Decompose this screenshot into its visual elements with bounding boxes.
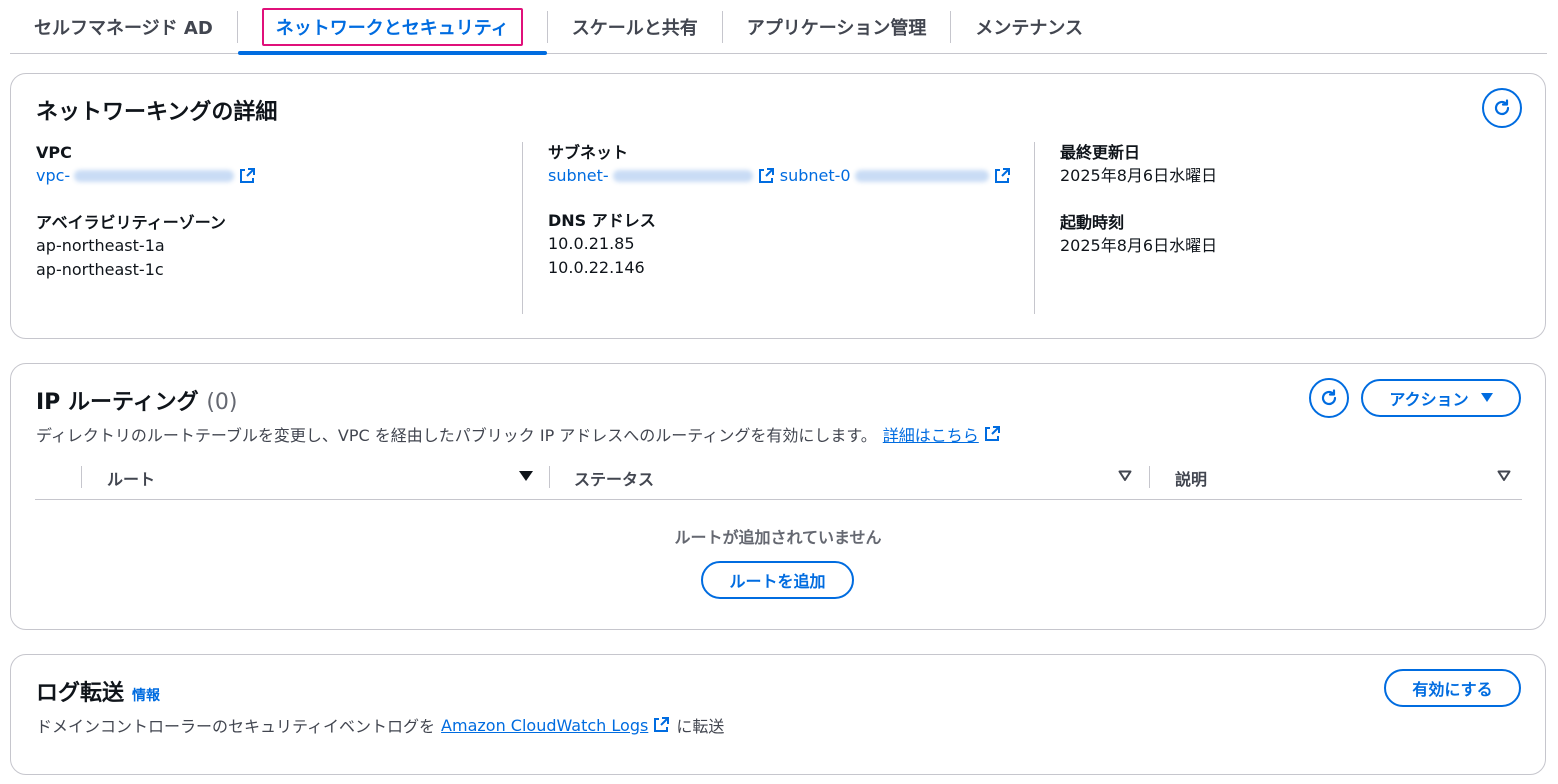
external-link-icon — [994, 168, 1010, 183]
launch-time-label: 起動時刻 — [1060, 213, 1125, 232]
external-link-icon — [984, 426, 1000, 441]
info-link[interactable]: 情報 — [132, 685, 160, 705]
tab-self-managed-ad[interactable]: セルフマネージド AD — [10, 1, 237, 53]
ip-routing-description: ディレクトリのルートテーブルを変更し、VPC を経由したパブリック IP アドレ… — [36, 422, 1001, 446]
external-link-icon — [240, 168, 256, 183]
log-forwarding-title: ログ転送 情報 — [36, 681, 161, 706]
actions-dropdown-button[interactable]: アクション — [1361, 379, 1521, 417]
tab-maintenance[interactable]: メンテナンス — [951, 1, 1107, 53]
refresh-icon — [1321, 389, 1337, 406]
last-updated-value: 2025年8月6日水曜日 — [1060, 166, 1218, 185]
cloudwatch-logs-link[interactable]: Amazon CloudWatch Logs — [441, 716, 670, 735]
network-col-2: サブネット subnet- subnet-0 DNS アドレス 10.0.21.… — [548, 142, 1011, 280]
column-header-description[interactable]: 説明 — [1175, 456, 1207, 500]
tab-bar: セルフマネージド AD ネットワークとセキュリティ スケールと共有 アプリケーシ… — [10, 0, 1547, 55]
tab-scale-share[interactable]: スケールと共有 — [548, 1, 722, 53]
column-divider — [522, 142, 523, 314]
vpc-link[interactable]: vpc- — [36, 164, 256, 188]
dns-label: DNS アドレス — [548, 211, 656, 230]
redacted-id — [854, 170, 989, 182]
networking-details-panel: ネットワーキングの詳細 VPC vpc- アベイラビリティーゾーン ap-nor… — [10, 73, 1546, 339]
last-updated-label: 最終更新日 — [1060, 143, 1141, 162]
subnet-link[interactable]: subnet- — [548, 164, 775, 188]
tab-label-highlighted: ネットワークとセキュリティ — [261, 7, 523, 46]
vpc-label: VPC — [36, 143, 72, 162]
routes-table-header: ルート ステータス 説明 — [35, 456, 1522, 500]
log-forwarding-description: ドメインコントローラーのセキュリティイベントログを Amazon CloudWa… — [36, 715, 725, 737]
caret-down-icon — [1480, 393, 1493, 402]
ip-routing-title: IP ルーティング (0) — [36, 390, 238, 415]
refresh-button[interactable] — [1309, 378, 1349, 418]
column-divider — [81, 466, 82, 488]
az-value: ap-northeast-1a — [36, 236, 165, 255]
log-forwarding-panel: ログ転送 情報 有効にする ドメインコントローラーのセキュリティイベントログを A… — [10, 654, 1546, 775]
dns-value: 10.0.22.146 — [548, 258, 645, 277]
column-divider — [549, 466, 550, 488]
az-label: アベイラビリティーゾーン — [36, 213, 226, 232]
redacted-id — [74, 170, 235, 182]
column-divider — [1149, 466, 1150, 488]
tab-app-management[interactable]: アプリケーション管理 — [723, 1, 951, 53]
sort-icon[interactable] — [1118, 470, 1132, 482]
external-link-icon — [758, 168, 774, 183]
refresh-button[interactable] — [1482, 88, 1522, 128]
tab-network-security[interactable]: ネットワークとセキュリティ — [237, 1, 547, 55]
network-col-1: VPC vpc- アベイラビリティーゾーン ap-northeast-1a ap… — [36, 142, 256, 282]
subnet-link[interactable]: subnet-0 — [780, 164, 1011, 188]
redacted-id — [612, 170, 753, 182]
column-header-status[interactable]: ステータス — [574, 456, 654, 500]
column-divider — [1034, 142, 1035, 314]
subnet-label: サブネット — [548, 143, 629, 162]
launch-time-value: 2025年8月6日水曜日 — [1060, 236, 1218, 255]
sort-icon[interactable] — [1497, 470, 1511, 482]
networking-details-title: ネットワーキングの詳細 — [36, 100, 278, 125]
ip-routing-panel: IP ルーティング (0) アクション ディレクトリのルートテーブルを変更し、V… — [10, 363, 1546, 630]
az-value: ap-northeast-1c — [36, 260, 164, 279]
refresh-icon — [1494, 99, 1510, 116]
route-count: (0) — [206, 390, 238, 415]
column-header-route[interactable]: ルート — [107, 456, 155, 500]
empty-state-text: ルートが追加されていません — [674, 528, 882, 547]
dns-value: 10.0.21.85 — [548, 234, 635, 253]
external-link-icon — [654, 717, 670, 732]
sort-descending-icon[interactable] — [519, 470, 533, 482]
network-col-3: 最終更新日 2025年8月6日水曜日 起動時刻 2025年8月6日水曜日 — [1060, 142, 1217, 258]
add-route-button[interactable]: ルートを追加 — [701, 561, 854, 599]
learn-more-link[interactable]: 詳細はこちら — [883, 422, 1001, 446]
enable-button[interactable]: 有効にする — [1384, 669, 1521, 707]
